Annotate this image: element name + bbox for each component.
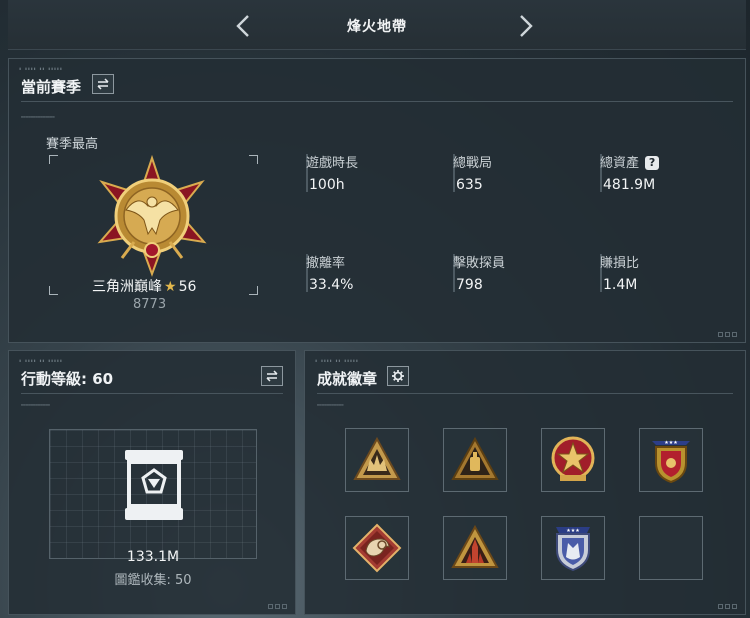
frame-corner <box>49 286 58 295</box>
panel-deco-text: ▬▬▬▬▬▬▬▬▬▬▬▬▬▬ <box>21 114 55 119</box>
swap-icon <box>97 78 109 90</box>
tower-triangle-badge-icon <box>451 524 499 568</box>
star-shield-badge-icon <box>551 436 595 481</box>
rank-medal-icon <box>97 154 207 277</box>
ram-diamond-badge-icon <box>352 523 402 573</box>
collection-value: 133.1M <box>126 549 180 565</box>
title-divider <box>21 101 733 102</box>
achievement-panel: ▮ ▮▮▮▮ ▮▮ ▮▮▮▮▮ 成就徽章 ▬▬▬▬▬▬▬▬▬▬▬ ★★★ ★★★ <box>304 350 746 615</box>
achievement-title: 成就徽章 <box>317 370 378 388</box>
frame-corner <box>49 155 58 164</box>
rank-name: 三角洲巔峰 <box>92 279 162 295</box>
badge-star-shield[interactable] <box>541 428 605 492</box>
top-bar: 烽火地帶 <box>8 0 746 50</box>
help-icon[interactable]: ? <box>645 156 660 170</box>
stat-label: 賺損比 <box>600 256 640 271</box>
stat-value: 481.9M <box>603 177 656 193</box>
panel-corner-deco <box>718 332 737 337</box>
panel-deco-text: ▮ ▮▮▮▮ ▮▮ ▮▮▮▮▮ <box>19 358 63 363</box>
badge-bottle-triangle[interactable] <box>443 428 507 492</box>
mode-title: 烽火地帶 <box>347 19 407 35</box>
collection-count: 圖鑑收集: 50 <box>114 573 192 588</box>
badge-crown-triangle[interactable] <box>345 428 409 492</box>
season-title: 當前賽季 <box>21 78 82 96</box>
stat-label: 總戰局 <box>453 156 493 171</box>
title-divider <box>317 393 733 394</box>
panel-corner-deco <box>718 604 737 609</box>
showcase-icon <box>125 450 183 520</box>
season-best-label: 賽季最高 <box>46 137 99 152</box>
crest-shield-badge-icon: ★★★ <box>652 440 690 484</box>
stat-value: 100h <box>309 177 345 193</box>
frame-corner <box>249 155 258 164</box>
badge-ram-diamond[interactable] <box>345 516 409 580</box>
stat-value: 33.4% <box>309 277 354 293</box>
operation-level-panel: ▮ ▮▮▮▮ ▮▮ ▮▮▮▮▮ 行動等級: 60 ▬▬▬▬▬▬▬▬▬▬▬▬ 13… <box>8 350 296 615</box>
title-divider <box>21 393 283 394</box>
stat-value: 1.4M <box>603 277 638 293</box>
rank-name-line: 三角洲巔峰 ★ 56 <box>92 276 222 296</box>
stat-label-text: 總資產 <box>600 156 640 171</box>
stat-label: 總資產? <box>600 152 660 171</box>
switch-level-button[interactable] <box>261 366 283 386</box>
badge-crest-shield[interactable]: ★★★ <box>639 428 703 492</box>
swap-icon <box>266 370 278 382</box>
panel-corner-deco <box>268 604 287 609</box>
panel-deco-text: ▬▬▬▬▬▬▬▬▬▬▬▬ <box>21 402 50 407</box>
switch-season-button[interactable] <box>92 74 114 94</box>
achievement-settings-button[interactable] <box>387 366 409 386</box>
crown-triangle-badge-icon <box>353 436 401 480</box>
bottle-triangle-badge-icon <box>451 436 499 480</box>
stat-value: 798 <box>456 277 483 293</box>
chevron-right-icon[interactable] <box>516 14 536 38</box>
stat-value: 635 <box>456 177 483 193</box>
level-title: 行動等級: 60 <box>21 370 114 388</box>
rank-score: 8773 <box>133 297 167 312</box>
badge-empty-slot[interactable] <box>639 516 703 580</box>
stat-label: 擊敗探員 <box>453 256 506 271</box>
stat-label: 撤離率 <box>306 256 346 271</box>
panel-deco-text: ▮ ▮▮▮▮ ▮▮ ▮▮▮▮▮ <box>315 358 359 363</box>
star-icon: ★ <box>164 279 177 295</box>
svg-text:★★★: ★★★ <box>664 440 678 446</box>
rank-level: 56 <box>178 279 197 295</box>
panel-deco-text: ▬▬▬▬▬▬▬▬▬▬▬ <box>317 402 344 407</box>
badge-wolf-shield[interactable]: ★★★ <box>541 516 605 580</box>
wolf-shield-badge-icon: ★★★ <box>556 527 590 572</box>
gear-icon <box>392 370 404 382</box>
stat-label: 遊戲時長 <box>306 156 359 171</box>
badge-tower-triangle[interactable] <box>443 516 507 580</box>
panel-deco-text: ▮ ▮▮▮▮ ▮▮ ▮▮▮▮▮ <box>19 66 63 71</box>
frame-corner <box>249 286 258 295</box>
season-panel: ▮ ▮▮▮▮ ▮▮ ▮▮▮▮▮ 當前賽季 ▬▬▬▬▬▬▬▬▬▬▬▬▬▬ 賽季最高… <box>8 58 746 343</box>
